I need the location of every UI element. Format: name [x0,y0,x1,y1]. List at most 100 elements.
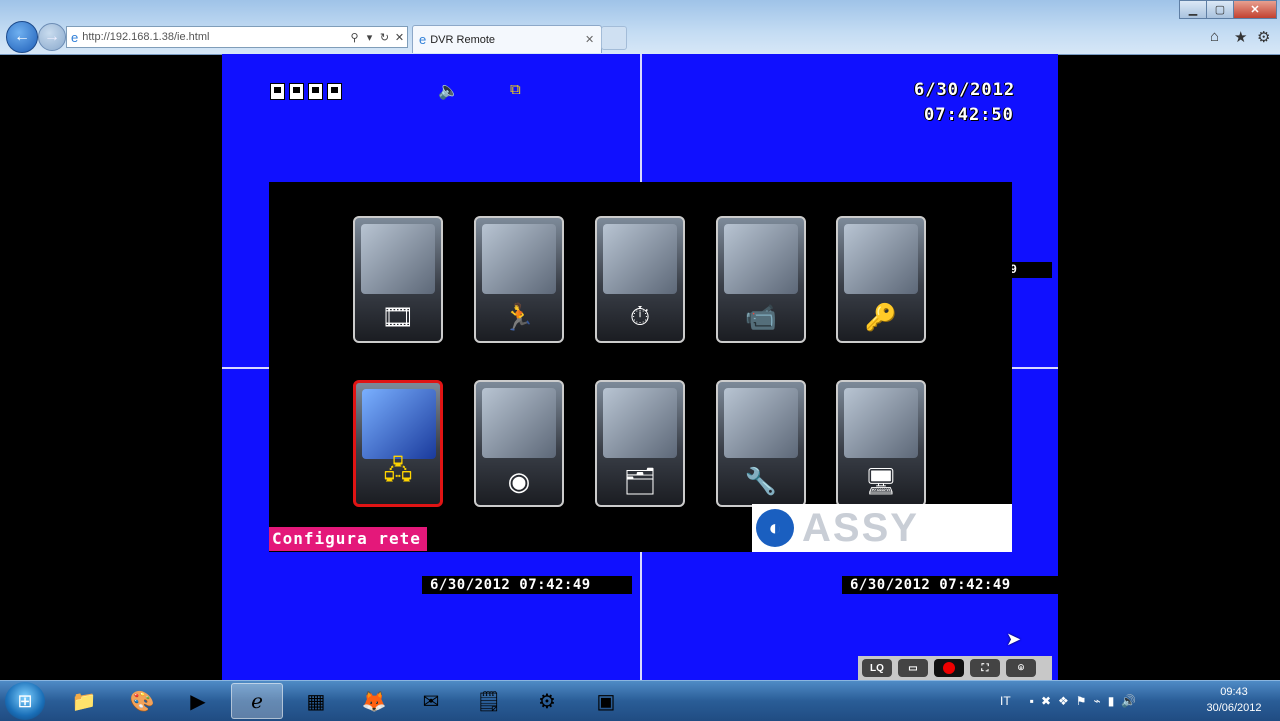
tools-icon: 🔧 [744,466,778,496]
favorites-star-icon[interactable]: ★ [1234,28,1247,46]
tab-dvr-remote[interactable]: e DVR Remote ✕ [412,25,602,53]
network-status-icon: ⧉ [510,81,521,98]
menu-button-motion[interactable]: 🏃 [474,216,564,343]
snapshot-button[interactable]: ⛶ [970,659,1000,677]
window-taskbar-icon[interactable]: ▣ [580,683,632,719]
ie-tab-icon: e [419,32,427,47]
tab-title: DVR Remote [430,33,496,46]
notes-taskbar-icon[interactable]: 🗒 [463,683,515,719]
files-icon: 🗂 [623,466,657,496]
network-icon: 🖧 [383,455,413,485]
dvr-live-view[interactable]: 🔈 ⧉ 6/30/2012 07:42:50 9 6/30/2012 07:42… [222,54,1058,680]
tray-network-icon[interactable]: ▮ [1108,694,1115,708]
security-icon: 🔑 [864,302,898,332]
browser-chrome: ← → e http://192.168.1.38/ie.html ⚲ ▾ ↻ … [0,0,1280,55]
menu-caption: Configura rete [269,527,427,551]
camera-timestamp: 6/30/2012 07:42:49 [422,576,632,594]
mouse-cursor-icon: ➤ [1006,629,1022,649]
dvr-main-menu: 🎞 🏃 ⏱ 📹 🔑 🖧 ◉ 🗂 🔧 🖥 Configura rete ◐ ASSY [269,182,1012,552]
minimize-button[interactable]: ▁ [1179,0,1207,19]
tab-close-icon[interactable]: ✕ [585,33,601,46]
camera-icon: 📹 [744,302,778,332]
fullscreen-button[interactable]: ▭ [898,659,928,677]
system-artwork [844,388,918,458]
view-mode-icon[interactable] [327,83,342,100]
outlook-taskbar-icon[interactable]: ✉ [405,683,457,719]
ptz-dome-icon: ◉ [507,466,531,496]
view-mode-icon[interactable] [308,83,323,100]
osd-date: 6/30/2012 [914,80,1016,100]
menu-button-tools[interactable]: 🔧 [716,380,806,507]
address-bar[interactable]: e http://192.168.1.38/ie.html ⚲ ▾ ↻ ✕ [66,26,408,48]
camera-record-artwork [361,224,435,294]
view-mode-icon[interactable] [270,83,285,100]
ie-page-icon: e [71,29,79,45]
channel-tag: 9 [1007,262,1052,278]
close-window-button[interactable]: ✕ [1233,0,1277,19]
tray-security-icon[interactable]: ✖ [1041,694,1051,708]
menu-button-files[interactable]: 🗂 [595,380,685,507]
record-button[interactable] [934,659,964,677]
osd-time: 07:42:50 [924,105,1014,125]
tray-power-icon[interactable]: ⌁ [1094,694,1101,708]
audio-icon: 🔈 [438,81,460,100]
schedule-icon: ⏱ [629,301,651,331]
camera-artwork [724,224,798,294]
paint-taskbar-icon[interactable]: 🎨 [116,683,168,719]
system-tray: IT ▪ ✖ ❖ ⚑ ⌁ ▮ 🔊 [1000,681,1136,721]
system-clock[interactable]: 09:43 30/06/2012 [1196,684,1272,716]
menu-button-security[interactable]: 🔑 [836,216,926,343]
media-player-taskbar-icon[interactable]: ▶ [172,683,224,719]
menu-button-camera[interactable]: 📹 [716,216,806,343]
back-arrow-icon: ← [14,28,30,45]
tray-volume-icon[interactable]: 🔊 [1121,694,1136,708]
files-artwork [603,388,677,458]
camera-capture-button[interactable]: ⌾ [1006,659,1036,677]
menu-button-network[interactable]: 🖧 [353,380,443,507]
menu-button-ptz-dome[interactable]: ◉ [474,380,564,507]
brand-mark-icon: ◐ [756,509,794,547]
security-artwork [844,224,918,294]
menu-button-schedule[interactable]: ⏱ [595,216,685,343]
camera-record-icon: 🎞 [381,302,415,332]
network-artwork [362,389,436,459]
language-indicator[interactable]: IT [1000,694,1011,708]
explorer-taskbar-icon[interactable]: 📁 [58,683,110,719]
dropdown-icon[interactable]: ▾ [362,31,377,44]
view-mode-icon[interactable] [289,83,304,100]
forward-button[interactable]: → [38,23,66,51]
tray-flag-icon[interactable]: ⚑ [1076,694,1087,708]
home-icon[interactable]: ⌂ [1210,28,1219,45]
address-url[interactable]: http://192.168.1.38/ie.html [82,31,347,43]
motion-artwork [482,224,556,294]
brand-logo: ◐ ASSY [752,504,1012,552]
view-mode-icons[interactable] [270,83,342,100]
search-icon[interactable]: ⚲ [347,31,362,44]
clock-date: 30/06/2012 [1206,702,1262,714]
control-panel-taskbar-icon[interactable]: ⚙ [521,683,573,719]
menu-button-system[interactable]: 🖥 [836,380,926,507]
new-tab-button[interactable] [601,26,627,50]
forward-arrow-icon: → [44,28,60,45]
tray-dropbox-icon[interactable]: ❖ [1058,694,1069,708]
dvr-toolbar: LQ ▭ ⛶ ⌾ [858,656,1052,680]
windows-taskbar: ⊞ 📁 🎨 ▶ ℯ ▦ 🦊 ✉ 🗒 ⚙ ▣ IT ▪ ✖ ❖ ⚑ ⌁ ▮ 🔊 0… [0,680,1280,721]
menu-button-camera-record[interactable]: 🎞 [353,216,443,343]
back-button[interactable]: ← [6,21,38,53]
camera-timestamp: 6/30/2012 07:42:49 [842,576,1058,594]
firefox-taskbar-icon[interactable]: 🦊 [348,683,400,719]
ptz-dome-artwork [482,388,556,458]
brand-name: ASSY [802,505,919,550]
tray-app-icon[interactable]: ▪ [1030,694,1034,708]
stop-icon[interactable]: ✕ [392,31,407,44]
clock-time: 09:43 [1220,686,1248,698]
quality-lq-button[interactable]: LQ [862,659,892,677]
ie-taskbar-icon[interactable]: ℯ [231,683,283,719]
start-button[interactable]: ⊞ [5,682,45,720]
calculator-taskbar-icon[interactable]: ▦ [290,683,342,719]
refresh-icon[interactable]: ↻ [377,31,392,44]
tools-gear-icon[interactable]: ⚙ [1257,28,1270,46]
maximize-button[interactable]: ▢ [1206,0,1234,19]
schedule-artwork [603,224,677,294]
system-icon: 🖥 [864,466,898,496]
